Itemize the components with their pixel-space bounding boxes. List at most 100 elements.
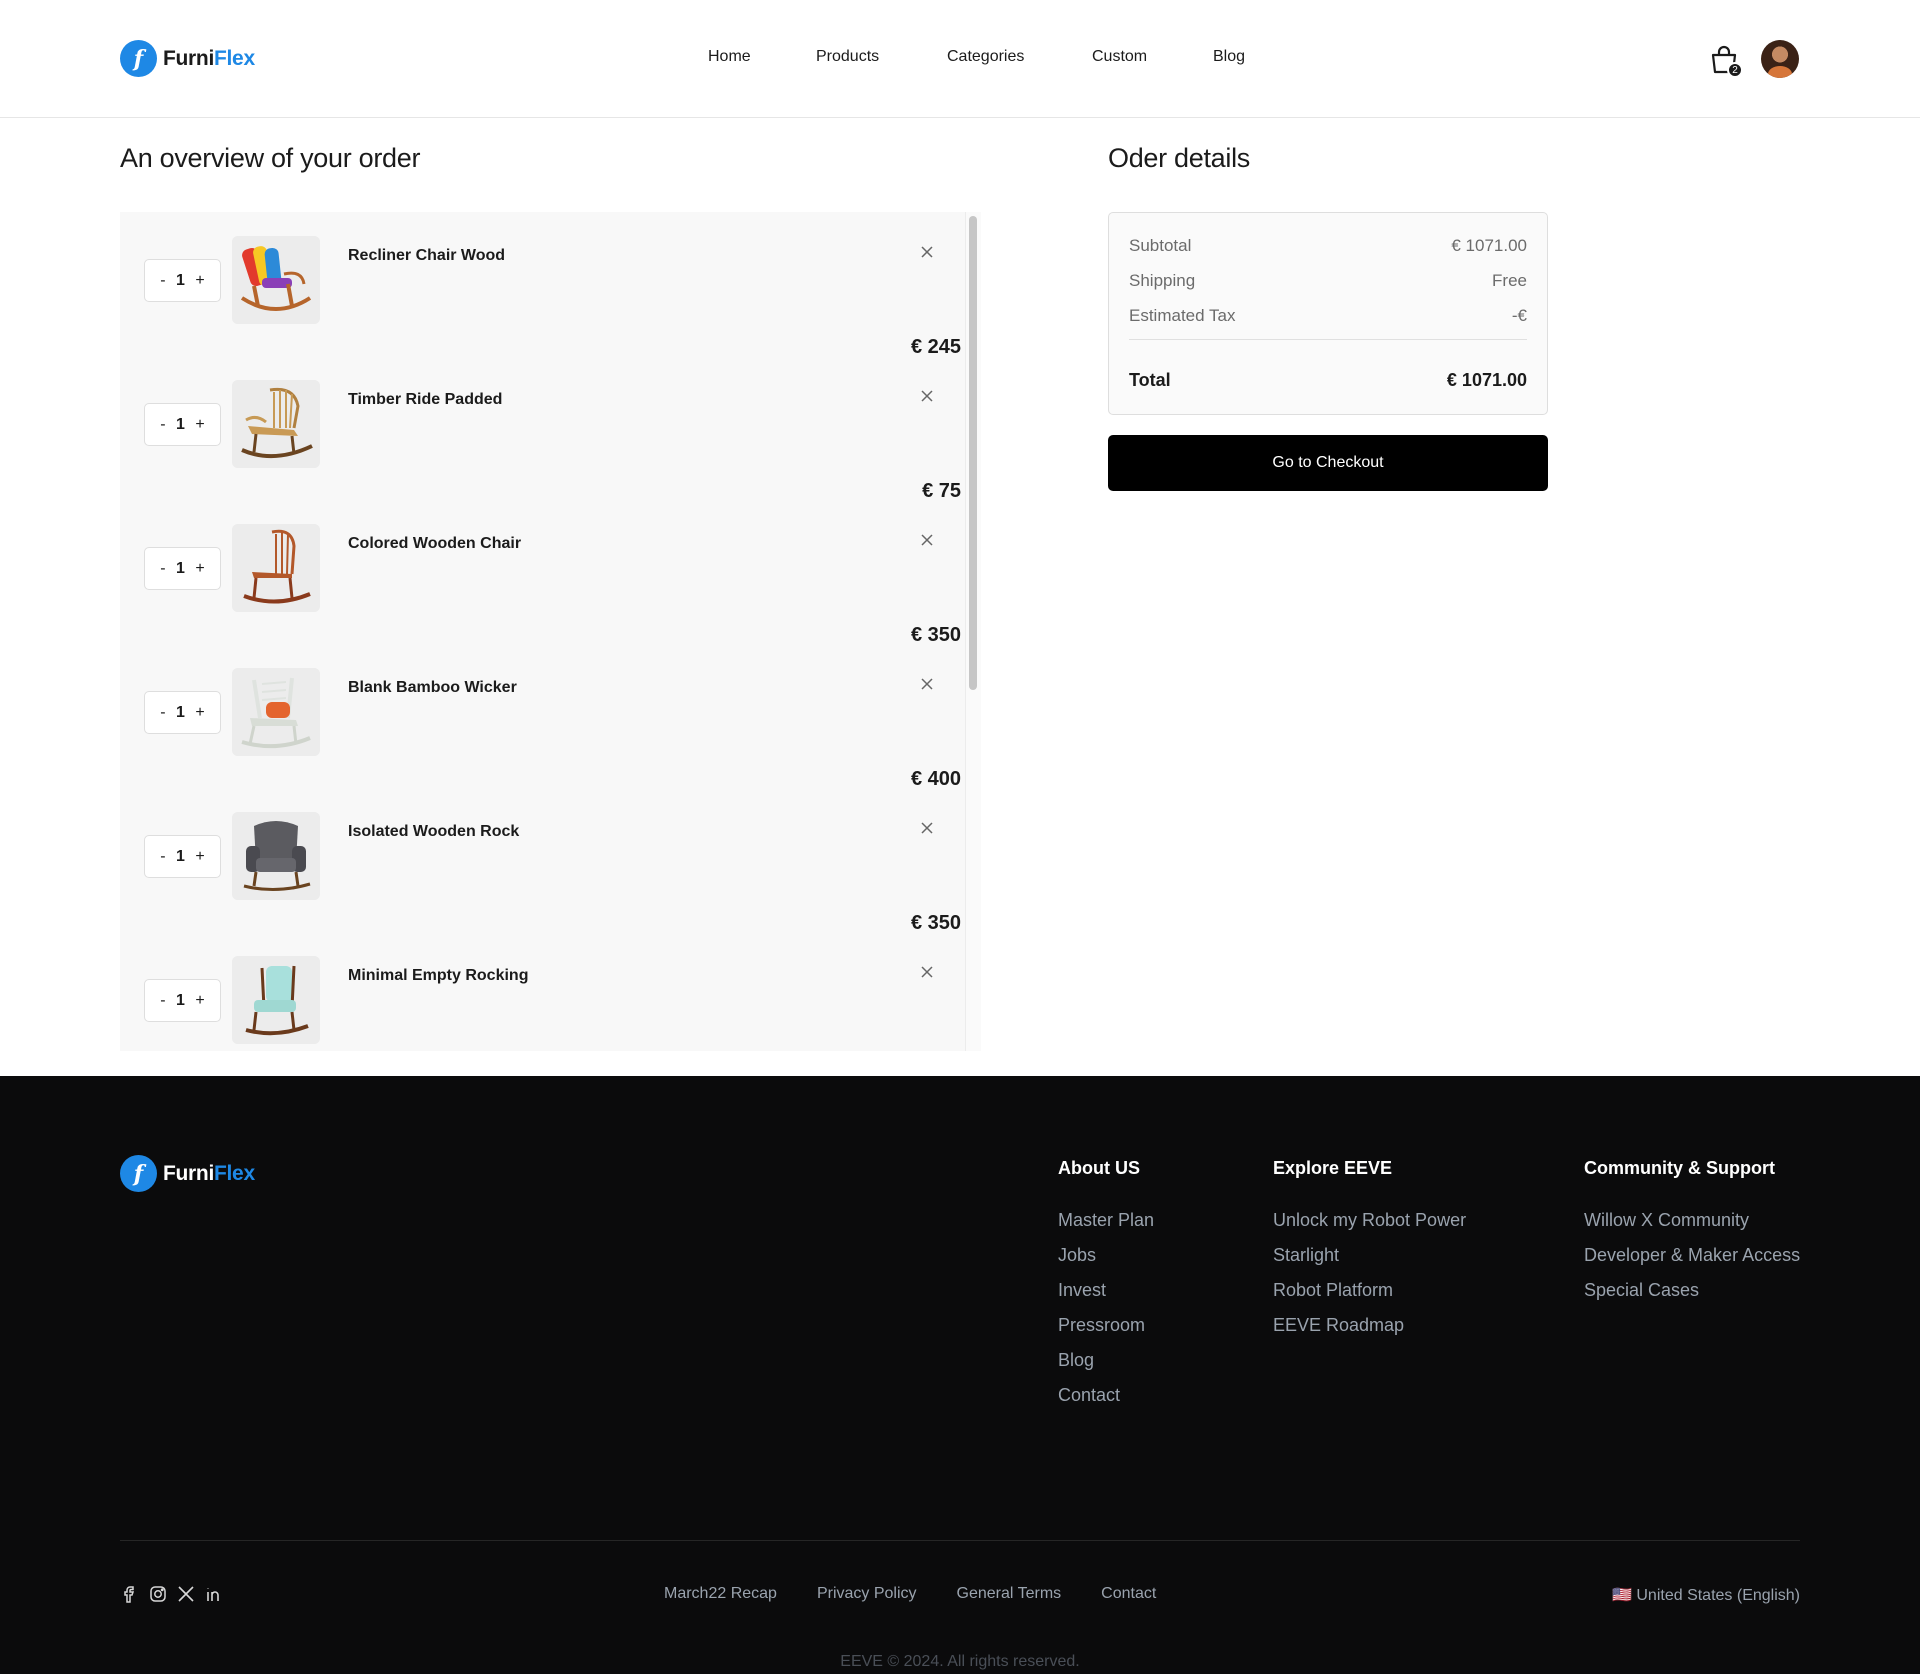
order-details-title: Oder details: [1108, 143, 1250, 173]
product-price: € 350: [910, 912, 961, 934]
footer-link[interactable]: Willow X Community: [1584, 1209, 1800, 1232]
footer-bottom-link[interactable]: March22 Recap: [664, 1585, 777, 1603]
order-summary-card: Subtotal € 1071.00 Shipping Free Estimat…: [1108, 212, 1548, 415]
footer-link[interactable]: EEVE Roadmap: [1273, 1314, 1466, 1337]
increase-button[interactable]: +: [195, 560, 204, 578]
decrease-button[interactable]: -: [160, 416, 165, 434]
increase-button[interactable]: +: [195, 272, 204, 290]
close-icon[interactable]: [918, 963, 936, 981]
cart-item: - 1 + Minimal Empty Rocking: [120, 956, 965, 1051]
x-icon[interactable]: [176, 1584, 196, 1604]
close-icon[interactable]: [918, 531, 936, 549]
logo-text: FurniFlex: [163, 46, 255, 70]
footer-link[interactable]: Jobs: [1058, 1244, 1154, 1267]
product-price: € 350: [910, 624, 961, 646]
site-header: f FurniFlex Home Products Categories Cus…: [0, 0, 1920, 118]
footer-link[interactable]: Master Plan: [1058, 1209, 1154, 1232]
decrease-button[interactable]: -: [160, 992, 165, 1010]
shipping-value: Free: [1492, 271, 1527, 290]
footer-bottom-link[interactable]: Contact: [1101, 1585, 1156, 1603]
quantity-value: 1: [176, 991, 185, 1009]
facebook-icon[interactable]: [120, 1584, 140, 1604]
decrease-button[interactable]: -: [160, 848, 165, 866]
increase-button[interactable]: +: [195, 848, 204, 866]
footer-link[interactable]: Invest: [1058, 1279, 1154, 1302]
footer-column-title: Explore EEVE: [1273, 1158, 1393, 1178]
scrollbar-thumb[interactable]: [969, 216, 977, 690]
social-links: [120, 1584, 224, 1604]
linkedin-icon[interactable]: [204, 1584, 224, 1604]
footer-logo[interactable]: f FurniFlex: [120, 1155, 255, 1192]
cart-item: - 1 + Isolated Wooden Rock € 350: [120, 812, 965, 956]
increase-button[interactable]: +: [195, 704, 204, 722]
product-price: € 75: [922, 480, 961, 502]
quantity-stepper: - 1 +: [144, 691, 221, 734]
product-image: [232, 956, 320, 1044]
close-icon[interactable]: [918, 387, 936, 405]
product-image: [232, 236, 320, 324]
footer-link[interactable]: Robot Platform: [1273, 1279, 1466, 1302]
nav-home[interactable]: Home: [708, 48, 751, 66]
decrease-button[interactable]: -: [160, 704, 165, 722]
quantity-value: 1: [176, 415, 185, 433]
footer-column-title: About US: [1058, 1158, 1140, 1178]
footer-link[interactable]: Pressroom: [1058, 1314, 1154, 1337]
subtotal-label: Subtotal: [1129, 236, 1192, 255]
close-icon[interactable]: [918, 819, 936, 837]
instagram-icon[interactable]: [148, 1584, 168, 1604]
checkout-button[interactable]: Go to Checkout: [1108, 435, 1548, 491]
footer-bottom-link[interactable]: General Terms: [957, 1585, 1062, 1603]
quantity-stepper: - 1 +: [144, 547, 221, 590]
brand-logo[interactable]: f FurniFlex: [120, 40, 255, 77]
footer-column-title: Community & Support: [1584, 1158, 1775, 1178]
footer-link[interactable]: Starlight: [1273, 1244, 1466, 1267]
footer-column-community: Community & Support Willow X Community D…: [1584, 1158, 1800, 1314]
footer-link[interactable]: Developer & Maker Access: [1584, 1244, 1800, 1267]
footer-link[interactable]: Contact: [1058, 1384, 1154, 1407]
order-overview-title: An overview of your order: [120, 143, 421, 173]
cart-item: - 1 + Timber Ride Padded € 75: [120, 380, 965, 524]
total-label: Total: [1129, 370, 1171, 390]
product-name: Blank Bamboo Wicker: [348, 679, 517, 696]
footer-link[interactable]: Special Cases: [1584, 1279, 1800, 1302]
user-avatar[interactable]: [1761, 40, 1799, 78]
cart-button[interactable]: 2: [1708, 44, 1743, 78]
footer-column-about: About US Master Plan Jobs Invest Pressro…: [1058, 1158, 1154, 1419]
cart-item: - 1 + Colored Wooden Chair € 350: [120, 524, 965, 668]
nav-blog[interactable]: Blog: [1213, 48, 1245, 66]
language-selector[interactable]: 🇺🇸 United States (English): [1612, 1585, 1800, 1605]
footer-divider: [120, 1540, 1800, 1541]
product-name: Isolated Wooden Rock: [348, 823, 520, 840]
quantity-value: 1: [176, 559, 185, 577]
nav-products[interactable]: Products: [816, 48, 879, 66]
close-icon[interactable]: [918, 675, 936, 693]
decrease-button[interactable]: -: [160, 272, 165, 290]
quantity-stepper: - 1 +: [144, 259, 221, 302]
footer-link[interactable]: Unlock my Robot Power: [1273, 1209, 1466, 1232]
cart-items-list[interactable]: - 1 + Recliner Chair Wood € 245 - 1 + Ti…: [120, 212, 981, 1051]
quantity-value: 1: [176, 847, 185, 865]
increase-button[interactable]: +: [195, 992, 204, 1010]
copyright-text: EEVE © 2024. All rights reserved.: [840, 1653, 1080, 1670]
increase-button[interactable]: +: [195, 416, 204, 434]
tax-label: Estimated Tax: [1129, 306, 1236, 325]
logo-badge: f: [120, 1155, 157, 1192]
close-icon[interactable]: [918, 243, 936, 261]
decrease-button[interactable]: -: [160, 560, 165, 578]
subtotal-row: Subtotal € 1071.00: [1129, 236, 1527, 256]
product-name: Timber Ride Padded: [348, 391, 503, 408]
tax-row: Estimated Tax -€: [1129, 306, 1527, 326]
cart-list-scrollbar[interactable]: [965, 212, 981, 1051]
total-value: € 1071.00: [1446, 370, 1527, 390]
nav-categories[interactable]: Categories: [947, 48, 1024, 66]
product-price: € 245: [910, 336, 961, 358]
logo-badge: f: [120, 40, 157, 77]
cart-item: - 1 + Recliner Chair Wood € 245: [120, 236, 965, 380]
footer-link[interactable]: Blog: [1058, 1349, 1154, 1372]
product-image: [232, 668, 320, 756]
tax-value: -€: [1511, 306, 1527, 325]
footer-bottom-link[interactable]: Privacy Policy: [817, 1585, 917, 1603]
subtotal-value: € 1071.00: [1451, 236, 1527, 255]
nav-custom[interactable]: Custom: [1092, 48, 1147, 66]
footer-bottom-links: March22 Recap Privacy Policy General Ter…: [664, 1585, 1156, 1603]
